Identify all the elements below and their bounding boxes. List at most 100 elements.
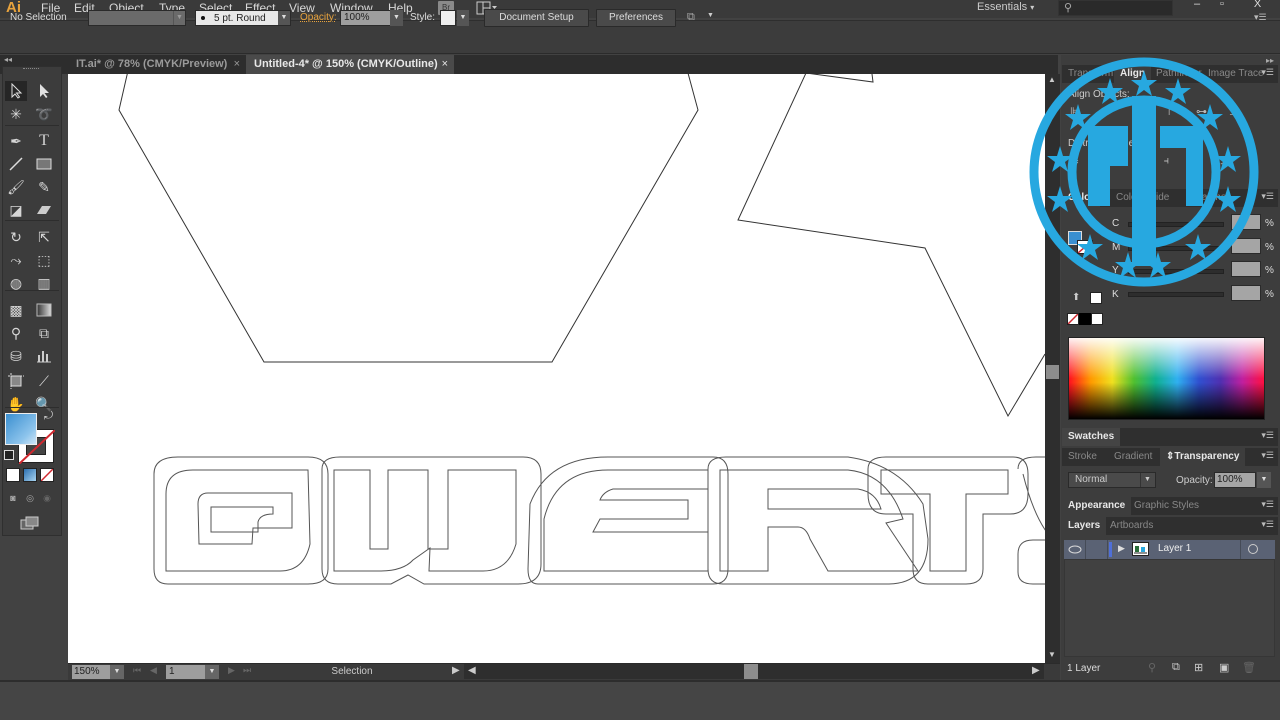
- scroll-left-arrow-icon[interactable]: ◀: [468, 665, 476, 676]
- artboard-canvas[interactable]: [68, 74, 1045, 663]
- default-fill-stroke-icon[interactable]: [4, 450, 14, 460]
- magic-wand-tool[interactable]: ✳: [5, 104, 27, 124]
- type-tool[interactable]: T: [33, 131, 55, 151]
- black-input[interactable]: [1231, 285, 1261, 301]
- close-tab-icon[interactable]: ×: [442, 55, 448, 74]
- expand-layer-icon[interactable]: ▶: [1118, 543, 1125, 554]
- panel-menu-icon[interactable]: ▾☰: [1261, 67, 1274, 78]
- column-graph-tool[interactable]: [33, 346, 55, 366]
- artboard-number-input[interactable]: 1: [166, 665, 205, 679]
- align-center-icon[interactable]: ⊕: [1102, 105, 1111, 118]
- yellow-slider[interactable]: [1128, 269, 1224, 274]
- eraser-tool[interactable]: [33, 200, 55, 220]
- layer-name[interactable]: Layer 1: [1158, 543, 1191, 554]
- draw-normal-icon[interactable]: ◙: [6, 493, 20, 505]
- delete-layer-icon[interactable]: 🗑: [1242, 661, 1256, 674]
- cyan-slider[interactable]: [1128, 222, 1224, 227]
- scale-tool[interactable]: ⇱: [33, 227, 55, 247]
- status-menu-arrow-icon[interactable]: ▶: [452, 665, 460, 676]
- scroll-up-arrow-icon[interactable]: ▲: [1048, 75, 1056, 84]
- blend-tool[interactable]: ⧉: [33, 323, 55, 343]
- tab-appearance[interactable]: Appearance: [1062, 497, 1132, 515]
- make-clipping-mask-icon[interactable]: ⧉: [1172, 661, 1180, 674]
- white-swatch[interactable]: [1091, 313, 1103, 325]
- align-middle-icon[interactable]: ⊶: [1196, 105, 1207, 118]
- none-mode-button[interactable]: [40, 468, 54, 482]
- color-spectrum[interactable]: [1068, 337, 1265, 420]
- blob-brush-tool[interactable]: ◪: [5, 200, 27, 220]
- none-swatch[interactable]: [1067, 313, 1079, 325]
- collapse-toolbox-icon[interactable]: ◂◂: [4, 55, 12, 64]
- distribute-left-icon[interactable]: ⫞: [1164, 155, 1170, 168]
- vertical-scroll-thumb[interactable]: [1046, 365, 1059, 379]
- first-artboard-icon[interactable]: ⏮: [133, 665, 141, 676]
- fill-stroke-dropdown[interactable]: ▼: [88, 10, 186, 26]
- transparency-opacity-input[interactable]: 100%: [1214, 472, 1256, 488]
- tab-swatches[interactable]: Swatches: [1062, 428, 1121, 446]
- align-right-icon[interactable]: ⊨: [1133, 105, 1143, 118]
- distribute-top-icon[interactable]: ≚: [1070, 155, 1079, 168]
- out-of-gamut-icon[interactable]: ⬆: [1072, 292, 1080, 303]
- qwerty-outline-text[interactable]: [153, 456, 1045, 585]
- panel-menu-icon[interactable]: ▾☰: [1261, 519, 1274, 530]
- isolate-selection-icon[interactable]: ⧉: [687, 11, 703, 23]
- distribute-center-icon[interactable]: ≙: [1101, 155, 1110, 168]
- tab-stroke[interactable]: Stroke: [1062, 448, 1103, 466]
- paintbrush-tool[interactable]: 🖌: [5, 177, 27, 197]
- distribute-right-icon[interactable]: ⫠: [1220, 155, 1227, 168]
- tab-image-trace[interactable]: Image Trace: [1202, 65, 1270, 83]
- color-panel-stroke-swatch[interactable]: [1077, 240, 1093, 254]
- scroll-right-arrow-icon[interactable]: ▶: [1032, 665, 1040, 676]
- hand-tool[interactable]: ✋: [5, 394, 27, 414]
- brush-definition-dropdown[interactable]: 5 pt. Round ▼: [195, 10, 291, 26]
- chevron-down-icon[interactable]: ▼: [1140, 473, 1154, 487]
- panel-menu-icon[interactable]: ▾☰: [1261, 450, 1274, 461]
- locate-object-icon[interactable]: ⚲: [1148, 661, 1156, 674]
- align-bottom-icon[interactable]: ⊥: [1229, 105, 1239, 118]
- eyedropper-tool[interactable]: ⚲: [5, 323, 27, 343]
- artboard-dropdown-button[interactable]: ▼: [205, 665, 219, 679]
- slice-tool[interactable]: ⟋: [33, 371, 55, 391]
- tab-align[interactable]: Align: [1114, 65, 1151, 83]
- gradient-mode-button[interactable]: [23, 468, 37, 482]
- magenta-input[interactable]: [1231, 238, 1261, 254]
- toolbox-grip[interactable]: [23, 68, 39, 70]
- transparency-opacity-dropdown[interactable]: ▼: [1257, 472, 1271, 488]
- tab-pathfinder[interactable]: Pathfinder: [1150, 65, 1208, 83]
- panel-menu-icon[interactable]: ▾☰: [1261, 430, 1274, 441]
- tab-it-ai[interactable]: IT.ai* @ 78% (CMYK/Preview) ×: [68, 55, 246, 74]
- visibility-toggle[interactable]: [1064, 540, 1086, 559]
- chevron-down-icon[interactable]: ▼: [707, 12, 714, 19]
- tab-gradient[interactable]: Gradient: [1108, 448, 1158, 466]
- lock-toggle[interactable]: [1086, 540, 1108, 559]
- help-search-input[interactable]: ⚲: [1058, 0, 1173, 16]
- tab-layers[interactable]: Layers: [1062, 517, 1107, 535]
- hexagon-shape[interactable]: [118, 74, 699, 363]
- tab-transform[interactable]: Transform: [1062, 65, 1119, 83]
- width-tool[interactable]: ⤳: [5, 250, 27, 270]
- panel-menu-icon[interactable]: ▾☰: [1261, 499, 1274, 510]
- target-circle-icon[interactable]: [1248, 544, 1258, 554]
- artboard-tool[interactable]: [5, 371, 27, 391]
- current-tool-status[interactable]: Selection: [270, 666, 434, 677]
- screen-mode-button[interactable]: [20, 516, 40, 530]
- scroll-down-arrow-icon[interactable]: ▼: [1048, 650, 1056, 659]
- color-mode-button[interactable]: [6, 468, 20, 482]
- tab-graphic-styles[interactable]: Graphic Styles: [1128, 497, 1205, 515]
- align-top-icon[interactable]: ⊤: [1164, 105, 1174, 118]
- style-dropdown-button[interactable]: ▼: [457, 10, 469, 26]
- zoom-level-input[interactable]: 150%: [72, 665, 110, 679]
- create-new-layer-icon[interactable]: ▣: [1219, 661, 1229, 674]
- black-swatch[interactable]: [1079, 313, 1091, 325]
- draw-behind-icon[interactable]: ◎: [23, 493, 37, 505]
- distribute-bottom-icon[interactable]: ≘: [1132, 155, 1141, 168]
- magenta-slider[interactable]: [1128, 246, 1224, 251]
- panel-menu-icon[interactable]: ▾☰: [1261, 191, 1274, 202]
- yellow-input[interactable]: [1231, 261, 1261, 277]
- create-sublayer-icon[interactable]: ⊞: [1194, 661, 1203, 674]
- close-tab-icon[interactable]: ×: [234, 55, 240, 74]
- tab-color[interactable]: Color: [1062, 189, 1101, 207]
- direct-selection-tool[interactable]: [33, 81, 55, 101]
- rectangle-tool[interactable]: [33, 154, 55, 174]
- previous-artboard-icon[interactable]: ◀: [150, 665, 157, 676]
